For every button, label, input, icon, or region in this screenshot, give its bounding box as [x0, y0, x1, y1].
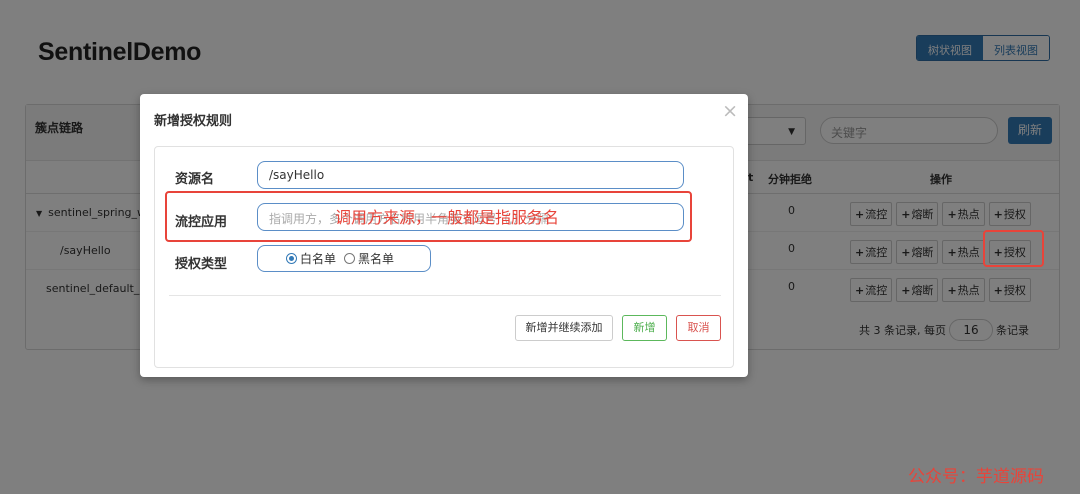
add-and-continue-button[interactable]: 新增并继续添加 — [515, 315, 613, 341]
resource-name-label: 资源名 — [175, 172, 215, 187]
radio-checked-icon — [286, 253, 297, 264]
form-divider — [169, 295, 721, 296]
close-icon[interactable]: × — [722, 100, 738, 122]
cancel-button[interactable]: 取消 — [676, 315, 721, 341]
authority-button-highlight-box — [983, 230, 1044, 267]
blacklist-radio[interactable]: 黑名单 — [344, 250, 394, 267]
add-button[interactable]: 新增 — [622, 315, 667, 341]
annotation-text: 调用方来源，一般都是指服务名 — [335, 208, 560, 227]
dialog-form: 资源名 /sayHello 流控应用 指调用方，多个调用方名称用半角英文逗号（,… — [154, 146, 734, 368]
radio-unchecked-icon — [344, 253, 356, 264]
strategy-label: 授权类型 — [175, 257, 228, 272]
dialog-title: 新增授权规则 — [154, 114, 233, 129]
strategy-radio-group: 白名单 黑名单 — [257, 245, 431, 272]
resource-name-input[interactable]: /sayHello — [257, 161, 684, 189]
whitelist-radio[interactable]: 白名单 — [286, 250, 336, 267]
watermark-text: 公众号：芋道源码 — [908, 467, 1044, 487]
